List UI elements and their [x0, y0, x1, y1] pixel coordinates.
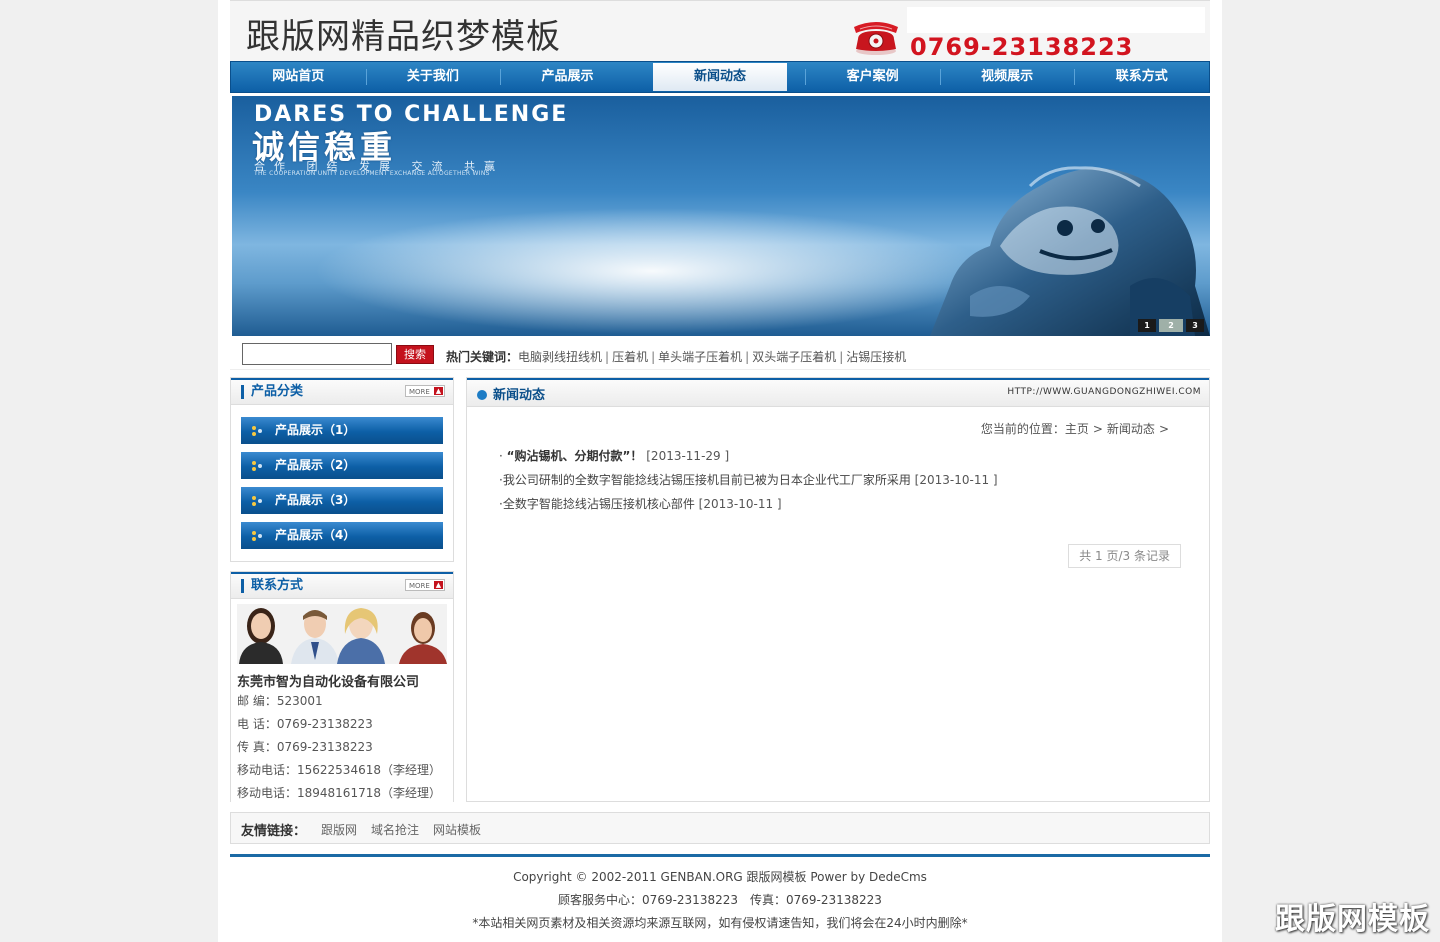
arrow-up-icon: ▲: [434, 387, 443, 395]
hot-keyword-link[interactable]: 电脑剥线扭线机: [518, 350, 602, 364]
panel-title: 联系方式: [241, 579, 303, 593]
friend-link[interactable]: 域名抢注: [371, 823, 419, 837]
breadcrumb-prefix: 您当前的位置：: [980, 422, 1065, 436]
breadcrumb-home[interactable]: 主页: [1065, 422, 1089, 436]
banner-slide-pager: 1 2 3: [1138, 319, 1204, 332]
dots-icon: [252, 426, 262, 436]
nav-item-cases[interactable]: 客户案例: [805, 62, 940, 92]
team-photo: [237, 604, 447, 664]
contact-postcode: 邮 编：523001: [237, 694, 323, 708]
category-item[interactable]: 产品展示（2）: [241, 452, 443, 479]
footer-notice: *本站相关网页素材及相关资源均来源互联网，如有侵权请速告知，我们将会在24小时内…: [472, 916, 968, 930]
banner-subline-en: THE COOPERATION UNITY DEVELOPMENT EXCHAN…: [254, 170, 490, 177]
product-category-panel: 产品分类 MORE ▲ 产品展示（1） 产品展示（2） 产品展示（3） 产品展示…: [230, 377, 454, 562]
hot-keyword-link[interactable]: 双头端子压着机: [752, 350, 836, 364]
more-label: MORE: [409, 582, 430, 590]
hot-keywords: 热门关键词：电脑剥线扭线机 | 压着机 | 单头端子压着机 | 双头端子压着机 | 沾锡压接机: [446, 350, 907, 364]
more-button[interactable]: MORE ▲: [405, 385, 445, 397]
category-item[interactable]: 产品展示（1）: [241, 417, 443, 444]
slide-dot-1[interactable]: 1: [1138, 319, 1156, 332]
contact-fax: 传 真：0769-23138223: [237, 740, 373, 754]
news-date: [2013-10-11 ]: [698, 497, 782, 511]
category-item[interactable]: 产品展示（3）: [241, 487, 443, 514]
hot-keyword-link[interactable]: 沾锡压接机: [846, 350, 906, 364]
news-item[interactable]: ·我公司研制的全数字智能捻线沾锡压接机目前已被为日本企业代工厂家所采用 [201…: [499, 468, 998, 492]
chevron-right-icon: [477, 390, 487, 400]
panel-header: 联系方式 MORE ▲: [231, 572, 453, 599]
news-date: [2013-10-11 ]: [914, 473, 998, 487]
contact-panel: 联系方式 MORE ▲ 东莞市智为自动化设备有限公司 邮 编：523001 电 …: [230, 571, 454, 802]
slide-dot-3[interactable]: 3: [1186, 319, 1204, 332]
news-item[interactable]: · “购沾锡机、分期付款”！ [2013-11-29 ]: [499, 444, 998, 468]
category-label: 产品展示（3）: [275, 493, 356, 507]
news-panel: 新闻动态 HTTP://WWW.GUANGDONGZHIWEI.COM 您当前的…: [466, 377, 1210, 802]
watermark-logo: 跟版网模板: [1275, 902, 1430, 937]
header: 跟版网精品织梦模板 0769-23138223: [230, 0, 1210, 61]
hot-keyword-link[interactable]: 单头端子压着机: [658, 350, 742, 364]
contact-phone: 电 话：0769-23138223: [237, 717, 373, 731]
footer-service: 顾客服务中心：0769-23138223 传真：0769-23138223: [558, 893, 882, 907]
dots-icon: [252, 496, 262, 506]
news-item[interactable]: ·全数字智能捻线沾锡压接机核心部件 [2013-10-11 ]: [499, 492, 998, 516]
more-label: MORE: [409, 388, 430, 396]
news-panel-title-text: 新闻动态: [493, 388, 546, 403]
arrow-up-icon: ▲: [434, 581, 443, 589]
friend-links-label: 友情链接：: [241, 824, 307, 839]
nav-item-news[interactable]: 新闻动态: [652, 63, 788, 91]
company-name: 东莞市智为自动化设备有限公司: [237, 675, 420, 690]
breadcrumb: 您当前的位置：主页 > 新闻动态 >: [980, 422, 1169, 436]
news-list: · “购沾锡机、分期付款”！ [2013-11-29 ] ·我公司研制的全数字智…: [499, 444, 998, 516]
nav-item-products[interactable]: 产品展示: [500, 62, 635, 92]
nav-item-about[interactable]: 关于我们: [365, 62, 501, 92]
friend-link[interactable]: 网站模板: [433, 823, 481, 837]
category-label: 产品展示（4）: [275, 528, 356, 542]
phone-number: 0769-23138223: [910, 33, 1134, 61]
nav-item-home[interactable]: 网站首页: [231, 62, 366, 92]
page: 跟版网精品织梦模板 0769-23138223 网站首页 关于我们 产品展示 新…: [218, 0, 1222, 942]
friend-links: 友情链接： 跟版网 域名抢注 网站模板: [230, 812, 1210, 844]
footer: Copyright © 2002-2011 GENBAN.ORG 跟版网模板 P…: [230, 866, 1210, 935]
slide-dot-2[interactable]: 2: [1159, 319, 1183, 332]
site-title[interactable]: 跟版网精品织梦模板: [246, 9, 561, 58]
nav-item-contact[interactable]: 联系方式: [1074, 62, 1209, 92]
hot-keyword-link[interactable]: 压着机: [612, 350, 648, 364]
site-url: HTTP://WWW.GUANGDONGZHIWEI.COM: [1007, 387, 1201, 397]
nav-item-videos[interactable]: 视频展示: [939, 62, 1075, 92]
page-inner: 跟版网精品织梦模板 0769-23138223 网站首页 关于我们 产品展示 新…: [230, 0, 1210, 930]
breadcrumb-news[interactable]: 新闻动态: [1107, 422, 1155, 436]
search-button[interactable]: 搜索: [396, 345, 434, 364]
hero-banner[interactable]: DARES TO CHALLENGE 诚信稳重 合作 团结 发展 交流 共赢 T…: [232, 96, 1210, 336]
telephone-icon: [854, 22, 898, 55]
contact-mobile-2: 移动电话：18948161718（李经理）: [237, 786, 441, 800]
category-list: 产品展示（1） 产品展示（2） 产品展示（3） 产品展示（4）: [231, 405, 453, 561]
news-title: “购沾锡机、分期付款”！: [506, 449, 643, 463]
friend-link[interactable]: 跟版网: [321, 823, 357, 837]
search-bar: 搜索 热门关键词：电脑剥线扭线机 | 压着机 | 单头端子压着机 | 双头端子压着机 | 沾锡压…: [230, 338, 1210, 370]
search-input[interactable]: [242, 343, 392, 365]
category-label: 产品展示（1）: [275, 423, 356, 437]
news-date: [2013-11-29 ]: [646, 449, 730, 463]
friend-links-list: 跟版网 域名抢注 网站模板: [321, 821, 495, 838]
panel-header: 产品分类 MORE ▲: [231, 378, 453, 405]
phone-block: 0769-23138223: [850, 17, 1210, 61]
dots-icon: [252, 461, 262, 471]
lion-statue-image: [930, 166, 1210, 336]
dots-icon: [252, 531, 262, 541]
panel-title: 产品分类: [241, 385, 303, 399]
news-panel-header: 新闻动态 HTTP://WWW.GUANGDONGZHIWEI.COM: [467, 378, 1209, 407]
hot-keywords-label: 热门关键词：: [446, 350, 519, 364]
category-label: 产品展示（2）: [275, 458, 356, 472]
more-button[interactable]: MORE ▲: [405, 579, 445, 591]
contact-mobile-1: 移动电话：15622534618（李经理）: [237, 763, 441, 777]
news-title: 全数字智能捻线沾锡压接机核心部件: [502, 497, 695, 511]
news-panel-title: 新闻动态: [477, 384, 545, 403]
pagination-info: 共 1 页/3 条记录: [1068, 544, 1181, 568]
category-item[interactable]: 产品展示（4）: [241, 522, 443, 549]
footer-copyright: Copyright © 2002-2011 GENBAN.ORG 跟版网模板 P…: [513, 870, 927, 884]
main-nav: 网站首页 关于我们 产品展示 新闻动态 客户案例 视频展示 联系方式: [230, 61, 1210, 93]
footer-divider: [230, 854, 1210, 857]
news-title: 我公司研制的全数字智能捻线沾锡压接机目前已被为日本企业代工厂家所采用: [502, 473, 911, 487]
